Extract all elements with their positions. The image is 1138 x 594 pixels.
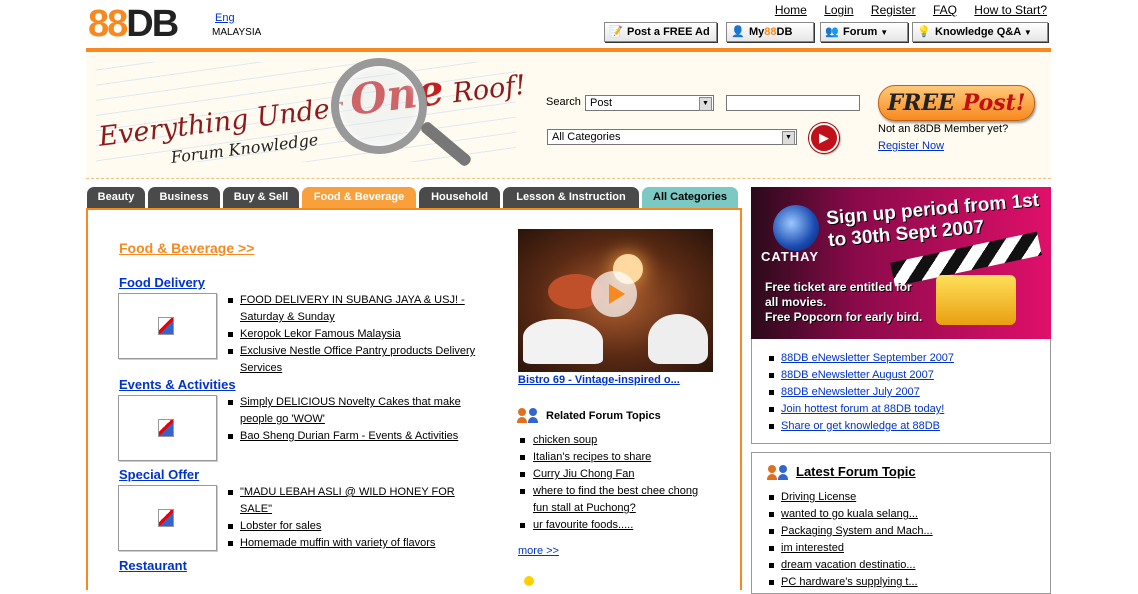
thumbnail-image[interactable]	[118, 485, 217, 551]
seat-shape	[648, 314, 708, 364]
lightbulb-icon: 💡	[917, 26, 931, 38]
list-item: wanted to go kuala selang...	[769, 506, 933, 523]
category-events-activities[interactable]: Events & Activities	[119, 377, 236, 392]
video-thumbnail[interactable]	[518, 229, 713, 372]
list-item: Keropok Lekor Famous Malaysia	[228, 326, 488, 343]
newsletter-list: 88DB eNewsletter September 2007 88DB eNe…	[769, 350, 954, 435]
magnifier-icon	[331, 58, 427, 154]
select-arrow-icon: ▼	[699, 97, 712, 111]
tab-lesson-instruction[interactable]: Lesson & Instruction	[503, 187, 639, 209]
category-special-offer[interactable]: Special Offer	[119, 467, 199, 482]
search-input[interactable]	[726, 95, 860, 111]
category-restaurant[interactable]: Restaurant	[119, 558, 187, 573]
list-item: 88DB eNewsletter July 2007	[769, 384, 954, 401]
related-topics-list: chicken soup Italian's recipes to share …	[518, 432, 713, 534]
knowledge-qa-button[interactable]: 💡 Knowledge Q&A ▼	[912, 22, 1048, 42]
list-item: ur favourite foods.....	[518, 517, 713, 534]
video-caption-link[interactable]: Bistro 69 - Vintage-inspired o...	[518, 374, 680, 386]
list-item: Share or get knowledge at 88DB	[769, 418, 954, 435]
thumbnail-image[interactable]	[118, 395, 217, 461]
top-nav: Home Login Register FAQ How to Start?	[761, 3, 1047, 17]
lightbulb-icon	[524, 576, 534, 586]
list-item: PC hardware's supplying t...	[769, 574, 933, 591]
latest-forum-list: Driving License wanted to go kuala selan…	[769, 489, 933, 591]
tab-food-beverage[interactable]: Food & Beverage	[302, 187, 416, 209]
list-item: where to find the best chee chong fun st…	[518, 483, 713, 517]
list-item: chicken soup	[518, 432, 713, 449]
image-placeholder-icon	[158, 419, 174, 437]
tab-household[interactable]: Household	[419, 187, 500, 209]
thumbnail-image[interactable]	[118, 293, 217, 359]
list-item: dream vacation destinatio...	[769, 557, 933, 574]
not-member-text: Not an 88DB Member yet?	[878, 123, 1009, 135]
post-free-ad-button[interactable]: 📝 Post a FREE Ad	[604, 22, 717, 42]
list-item: Join hottest forum at 88DB today!	[769, 401, 954, 418]
more-link[interactable]: more >>	[518, 545, 559, 557]
image-placeholder-icon	[158, 509, 174, 527]
my88db-button[interactable]: 👤 My88DB	[726, 22, 814, 42]
list-item: Exclusive Nestle Office Pantry products …	[228, 343, 488, 377]
list-item: "MADU LEBAH ASLI @ WILD HONEY FOR SALE"	[228, 484, 488, 518]
ad-text: Free ticket are entitled for all movies.…	[765, 280, 923, 324]
post-ad-icon: 📝	[609, 26, 623, 38]
tab-buy-sell[interactable]: Buy & Sell	[223, 187, 299, 209]
list-item: Homemade muffin with variety of flavors	[228, 535, 488, 552]
section-title-link[interactable]: Food & Beverage >>	[119, 240, 254, 256]
cathay-ad-banner[interactable]: CATHAY Sign up period from 1st to 30th S…	[751, 187, 1051, 339]
tab-business[interactable]: Business	[148, 187, 220, 209]
seat-shape	[523, 319, 603, 364]
people-icon	[767, 464, 790, 481]
list-item: Driving License	[769, 489, 933, 506]
play-icon[interactable]	[591, 271, 637, 317]
tab-all-categories[interactable]: All Categories	[642, 187, 738, 209]
events-activities-list: Simply DELICIOUS Novelty Cakes that make…	[228, 394, 488, 445]
image-placeholder-icon	[158, 317, 174, 335]
list-item: Curry Jiu Chong Fan	[518, 466, 713, 483]
arrow-right-icon: ▶	[819, 130, 829, 145]
tab-beauty[interactable]: Beauty	[87, 187, 145, 209]
list-item: FOOD DELIVERY IN SUBANG JAYA & USJ! - Sa…	[228, 292, 488, 326]
language-link[interactable]: Eng	[215, 12, 235, 24]
list-item: Lobster for sales	[228, 518, 488, 535]
list-item: Bao Sheng Durian Farm - Events & Activit…	[228, 428, 488, 445]
list-item: Italian's recipes to share	[518, 449, 713, 466]
ad-brand: CATHAY	[761, 249, 820, 264]
search-label: Search	[546, 96, 581, 108]
list-item: im interested	[769, 540, 933, 557]
cathay-logo-icon	[773, 205, 819, 251]
people-icon: 👥	[825, 26, 839, 38]
list-item: 88DB eNewsletter September 2007	[769, 350, 954, 367]
forum-button[interactable]: 👥 Forum ▼	[820, 22, 908, 42]
list-item: 88DB eNewsletter August 2007	[769, 367, 954, 384]
how-to-start-link[interactable]: How to Start?	[974, 3, 1047, 17]
home-link[interactable]: Home	[775, 3, 807, 17]
register-link[interactable]: Register	[871, 3, 916, 17]
food-delivery-list: FOOD DELIVERY IN SUBANG JAYA & USJ! - Sa…	[228, 292, 488, 377]
search-go-button[interactable]: ▶	[809, 123, 839, 153]
logo-88db[interactable]: 88DB	[88, 4, 179, 44]
popcorn-icon	[936, 275, 1016, 325]
country-label: MALAYSIA	[212, 27, 262, 38]
latest-forum-heading[interactable]: Latest Forum Topic	[767, 464, 916, 481]
related-topics-heading: Related Forum Topics	[517, 408, 661, 424]
select-arrow-icon: ▼	[782, 131, 795, 145]
faq-link[interactable]: FAQ	[933, 3, 957, 17]
dropdown-arrow-icon: ▼	[880, 28, 889, 37]
category-food-delivery[interactable]: Food Delivery	[119, 275, 205, 290]
special-offer-list: "MADU LEBAH ASLI @ WILD HONEY FOR SALE" …	[228, 484, 488, 552]
login-link[interactable]: Login	[824, 3, 853, 17]
dropdown-arrow-icon: ▼	[1023, 28, 1032, 37]
list-item: Simply DELICIOUS Novelty Cakes that make…	[228, 394, 488, 428]
user-icon: 👤	[731, 26, 745, 38]
free-post-button[interactable]: FREE Post!	[878, 85, 1035, 121]
list-item: Packaging System and Mach...	[769, 523, 933, 540]
category-select[interactable]: All Categories ▼	[547, 129, 797, 145]
search-type-select[interactable]: Post ▼	[585, 95, 714, 111]
people-icon	[517, 408, 540, 424]
register-now-link[interactable]: Register Now	[878, 140, 944, 152]
